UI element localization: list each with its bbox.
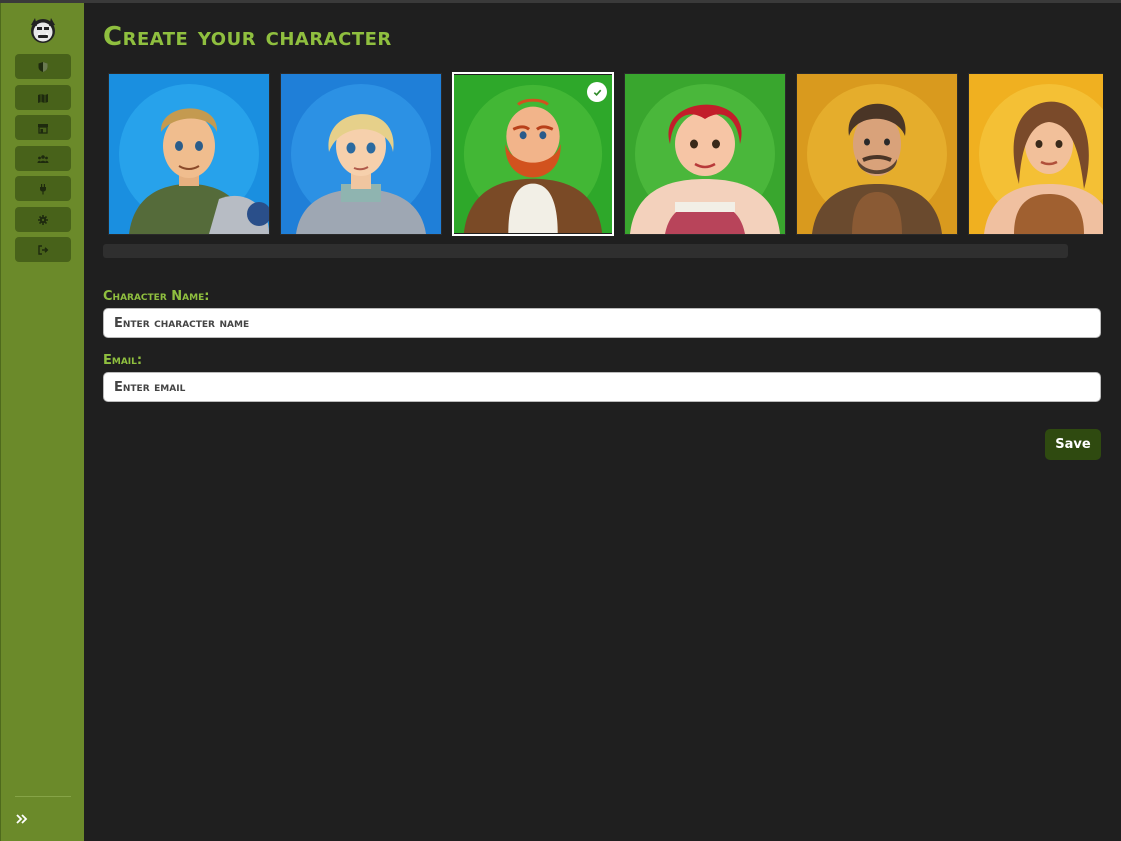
plug-icon xyxy=(40,183,46,194)
email-label: Email: xyxy=(103,353,143,368)
character-name-input[interactable] xyxy=(103,308,1101,338)
gear-icon xyxy=(38,214,48,225)
character-card-young-knight-woman[interactable] xyxy=(280,73,442,235)
selected-check-icon xyxy=(587,82,607,102)
character-card-rugged-craftsman-man[interactable] xyxy=(796,73,958,235)
shield-icon xyxy=(38,61,48,72)
nav-store-button[interactable] xyxy=(15,115,71,140)
nav-settings-button[interactable] xyxy=(15,207,71,232)
character-card-young-knight-man[interactable] xyxy=(108,73,270,235)
logout-icon xyxy=(38,244,49,255)
page-title: Create your character xyxy=(103,22,392,52)
character-portrait xyxy=(797,74,957,234)
nav-shield-button[interactable] xyxy=(15,54,71,79)
orc-mascot-icon[interactable] xyxy=(29,15,57,45)
character-portrait xyxy=(281,74,441,234)
nav-users-button[interactable] xyxy=(15,146,71,171)
character-carousel xyxy=(103,72,1103,236)
character-card-bearded-dwarf-man[interactable] xyxy=(452,72,614,236)
nav-logout-button[interactable] xyxy=(15,237,71,262)
nav-map-button[interactable] xyxy=(15,85,71,110)
character-portrait xyxy=(969,74,1103,234)
sidebar xyxy=(0,3,84,841)
email-input[interactable] xyxy=(103,372,1101,402)
character-card-red-haired-woman[interactable] xyxy=(624,73,786,235)
users-icon xyxy=(37,154,49,163)
double-chevron-right-icon[interactable] xyxy=(14,811,30,827)
nav-plug-button[interactable] xyxy=(15,176,71,201)
map-icon xyxy=(38,93,48,103)
store-icon xyxy=(38,123,48,134)
sidebar-divider xyxy=(15,796,71,797)
save-button[interactable]: Save xyxy=(1045,429,1101,460)
character-card-apron-woman[interactable] xyxy=(968,73,1103,235)
carousel-scrollbar[interactable] xyxy=(103,244,1068,258)
character-name-label: Character Name: xyxy=(103,289,210,304)
character-portrait xyxy=(625,74,785,234)
character-portrait xyxy=(109,74,269,234)
window-top-border xyxy=(0,0,1121,3)
